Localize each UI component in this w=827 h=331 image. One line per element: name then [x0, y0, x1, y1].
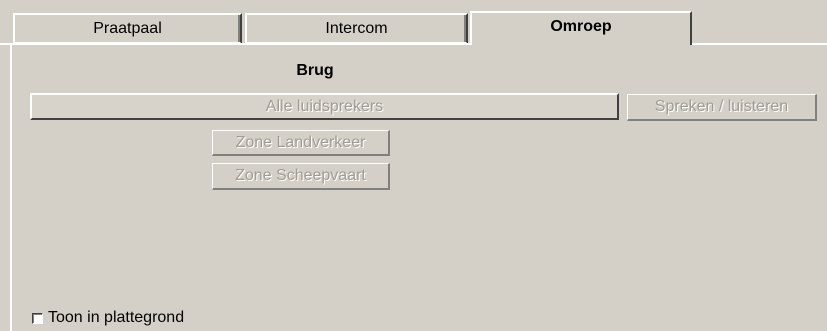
show-in-floorplan-label: Toon in plattegrond — [48, 309, 185, 326]
zone-landverkeer-button[interactable]: Zone Landverkeer — [212, 130, 390, 156]
show-in-floorplan-checkbox[interactable] — [32, 312, 43, 324]
window: Praatpaal Intercom Omroep Brug Alle luid… — [0, 0, 827, 331]
tab-intercom-label: Intercom — [325, 20, 388, 37]
all-speakers-button[interactable]: Alle luidsprekers — [30, 93, 619, 120]
tab-strip-divider — [0, 43, 827, 45]
tab-omroep[interactable]: Omroep — [470, 11, 692, 45]
zone-scheepvaart-button[interactable]: Zone Scheepvaart — [212, 163, 390, 190]
panel-title: Brug — [296, 62, 334, 79]
tab-omroep-label: Omroep — [550, 18, 612, 35]
speak-listen-button[interactable]: Spreken / luisteren — [627, 94, 817, 121]
omroep-panel: Brug Alle luidsprekers Spreken / luister… — [10, 45, 827, 331]
show-in-floorplan-row[interactable]: Toon in plattegrond — [32, 308, 184, 328]
tab-praatpaal[interactable]: Praatpaal — [13, 13, 242, 44]
tab-praatpaal-label: Praatpaal — [93, 20, 162, 37]
tab-intercom[interactable]: Intercom — [245, 13, 468, 44]
